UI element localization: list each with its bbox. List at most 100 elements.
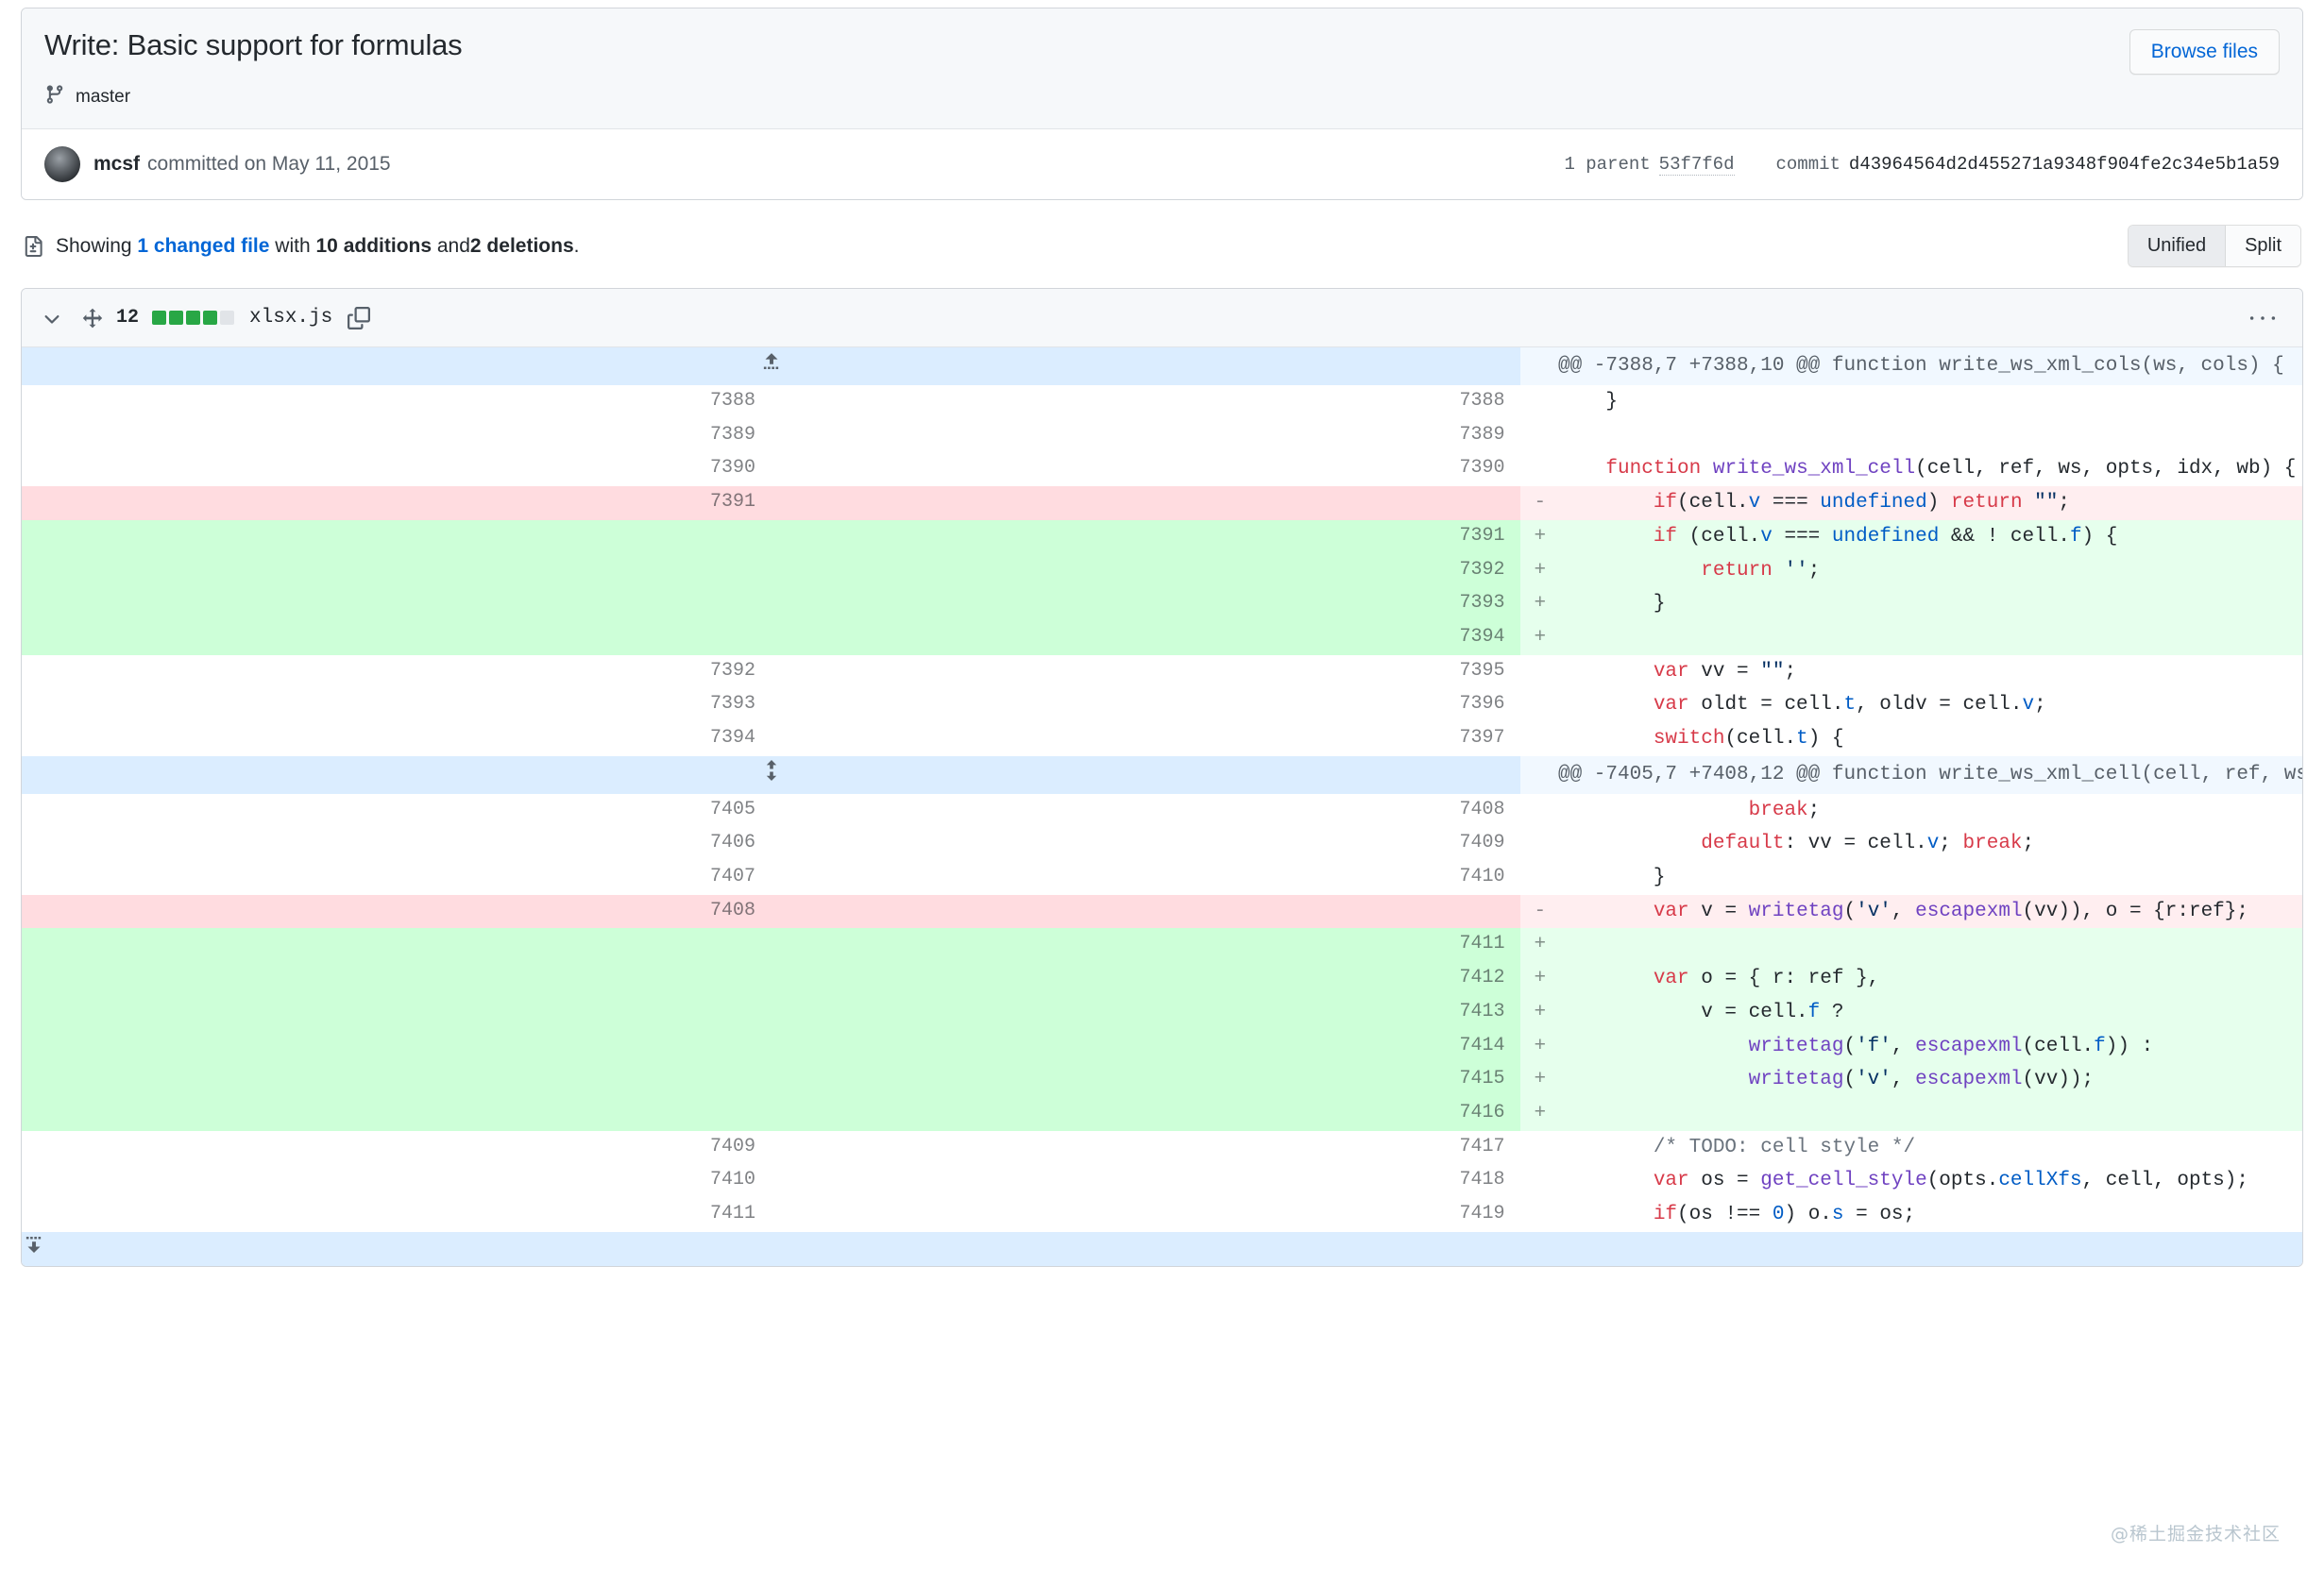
branch-row: master (44, 83, 2280, 111)
diff-marker: + (1520, 1029, 1552, 1064)
line-number-new[interactable]: 7392 (771, 553, 1520, 588)
author-info: mcsf committed on May 11, 2015 (93, 153, 391, 176)
line-number-old[interactable]: 7390 (22, 452, 772, 487)
line-number-old[interactable]: 7407 (22, 860, 772, 895)
diff-row-ctx: 7388 7388 } (22, 384, 2302, 419)
avatar[interactable] (44, 146, 80, 183)
diff-code-line (1552, 1097, 2302, 1131)
line-number-new[interactable]: 7411 (771, 928, 1520, 963)
stats-and: and (436, 234, 470, 257)
diff-stat-block (203, 311, 218, 326)
chevron-down-icon[interactable] (41, 307, 63, 329)
line-number-old[interactable]: 7394 (22, 722, 772, 756)
diff-row-ctx: 7393 7396 var oldt = cell.t, oldv = cell.… (22, 688, 2302, 723)
line-number-old[interactable] (22, 995, 772, 1030)
line-number-old[interactable]: 7393 (22, 688, 772, 723)
commit-date: committed on May 11, 2015 (147, 153, 391, 176)
line-number-new[interactable]: 7414 (771, 1029, 1520, 1064)
branch-name[interactable]: master (76, 87, 130, 108)
diff-marker (1520, 452, 1552, 487)
line-number-new[interactable]: 7396 (771, 688, 1520, 723)
diff-row-del: 7391 - if(cell.v === undefined) return ""… (22, 486, 2302, 520)
line-number-old[interactable] (22, 620, 772, 655)
line-number-new[interactable]: 7417 (771, 1130, 1520, 1165)
diff-marker (1520, 1130, 1552, 1165)
diff-stat-block (152, 311, 167, 326)
file-name[interactable]: xlsx.js (249, 307, 332, 329)
toggle-unified[interactable]: Unified (2128, 226, 2226, 267)
line-number-old[interactable] (22, 1063, 772, 1097)
line-number-old[interactable]: 7405 (22, 793, 772, 828)
diff-marker (1520, 688, 1552, 723)
stats-period: . (573, 234, 580, 257)
toggle-split[interactable]: Split (2225, 226, 2300, 267)
diff-code-line: var o = { r: ref }, (1552, 962, 2302, 996)
diff-marker (1520, 827, 1552, 861)
parent-sha[interactable]: 53f7f6d (1658, 154, 1735, 176)
diff-view-toggle: Unified Split (2127, 225, 2301, 268)
diff-row-add: 7413 + v = cell.f ? (22, 995, 2302, 1030)
line-number-new[interactable]: 7395 (771, 654, 1520, 689)
expand-hunk-button[interactable] (22, 755, 1520, 794)
diff-marker (1520, 418, 1552, 453)
line-number-old[interactable]: 7389 (22, 418, 772, 453)
line-number-new[interactable]: 7415 (771, 1063, 1520, 1097)
diff-marker (1520, 793, 1552, 828)
line-number-new[interactable]: 7389 (771, 418, 1520, 453)
line-number-old[interactable] (22, 1097, 772, 1131)
line-number-new[interactable]: 7388 (771, 384, 1520, 419)
line-number-new[interactable] (771, 894, 1520, 929)
diff-code-line: function write_ws_xml_cell(cell, ref, ws… (1552, 452, 2302, 487)
line-number-new[interactable]: 7418 (771, 1164, 1520, 1199)
line-number-old[interactable] (22, 553, 772, 588)
browse-files-button[interactable]: Browse files (2129, 29, 2280, 75)
line-number-new[interactable]: 7409 (771, 827, 1520, 861)
line-number-old[interactable]: 7411 (22, 1198, 772, 1232)
expand-hunk-button[interactable] (22, 347, 1520, 385)
line-number-old[interactable]: 7406 (22, 827, 772, 861)
line-number-new[interactable]: 7419 (771, 1198, 1520, 1232)
diff-code-line: default: vv = cell.v; break; (1552, 827, 2302, 861)
diff-code-line: } (1552, 384, 2302, 419)
diff-code-line: } (1552, 860, 2302, 895)
line-number-old[interactable]: 7410 (22, 1164, 772, 1199)
line-number-new[interactable]: 7408 (771, 793, 1520, 828)
diff-marker (1520, 1198, 1552, 1232)
line-number-old[interactable] (22, 928, 772, 963)
line-number-old[interactable]: 7408 (22, 894, 772, 929)
line-number-new[interactable]: 7393 (771, 587, 1520, 621)
stats-changed-files-link[interactable]: 1 changed file (137, 235, 269, 257)
diff-row-ctx: 7406 7409 default: vv = cell.v; break; (22, 827, 2302, 861)
line-number-new[interactable]: 7394 (771, 620, 1520, 655)
diff-row-add: 7416 + (22, 1097, 2302, 1131)
kebab-horizontal-icon[interactable] (2249, 305, 2283, 331)
commit-sha[interactable]: d43964564d2d455271a9348f904fe2c34e5b1a59 (1849, 154, 2280, 175)
line-number-old[interactable]: 7392 (22, 654, 772, 689)
diff-code-line: return ''; (1552, 553, 2302, 588)
diff-marker (1520, 1231, 1552, 1266)
line-number-new[interactable]: 7410 (771, 860, 1520, 895)
diff-marker: + (1520, 587, 1552, 621)
line-number-new[interactable]: 7390 (771, 452, 1520, 487)
line-number-old[interactable]: 7388 (22, 384, 772, 419)
line-number-old[interactable] (22, 587, 772, 621)
line-number-new[interactable] (771, 486, 1520, 520)
diff-row-add: 7393 + } (22, 587, 2302, 621)
copy-icon[interactable] (348, 306, 371, 329)
line-number-new[interactable]: 7416 (771, 1097, 1520, 1131)
line-number-old[interactable] (22, 519, 772, 554)
line-number-new[interactable]: 7413 (771, 995, 1520, 1030)
move-icon[interactable] (82, 308, 103, 329)
line-number-old[interactable] (22, 962, 772, 996)
line-number-new[interactable]: 7391 (771, 519, 1520, 554)
line-number-new[interactable]: 7397 (771, 722, 1520, 756)
line-number-old[interactable] (22, 1029, 772, 1064)
line-number-new[interactable]: 7412 (771, 962, 1520, 996)
diff-row-add: 7414 + writetag('f', escapexml(cell.f)) : (22, 1029, 2302, 1064)
line-number-old[interactable]: 7409 (22, 1130, 772, 1165)
hunk-header-text: @@ -7405,7 +7408,12 @@ function write_ws… (1552, 755, 2302, 794)
expand-hunk-button[interactable] (22, 1231, 1520, 1266)
author-name[interactable]: mcsf (93, 153, 140, 176)
diff-code-line (1552, 620, 2302, 655)
line-number-old[interactable]: 7391 (22, 486, 772, 520)
